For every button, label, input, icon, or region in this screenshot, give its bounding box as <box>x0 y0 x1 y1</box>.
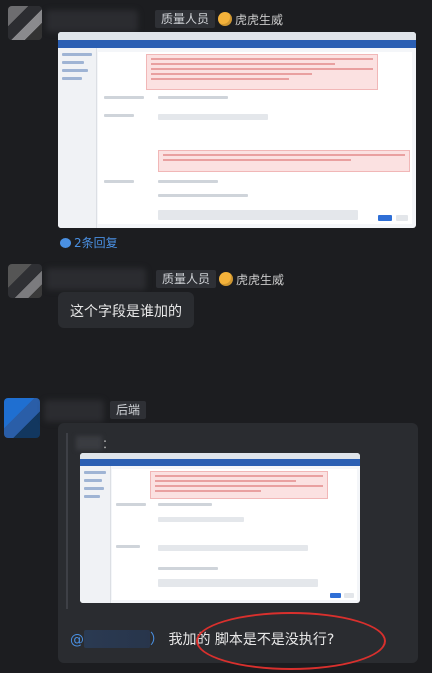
browser-tabbar <box>58 32 416 40</box>
app-navbar <box>58 40 416 48</box>
role-tag: 质量人员 <box>156 270 217 288</box>
reply-count-label: 2条回复 <box>74 236 118 250</box>
blurred-name <box>46 10 138 32</box>
app-navbar <box>80 459 360 466</box>
mention-suffix: ） <box>150 632 164 648</box>
blurred-name <box>46 268 146 290</box>
quoted-author: ： <box>76 435 114 452</box>
redacted-mention <box>84 630 150 648</box>
quote-bar <box>66 433 68 609</box>
message-screenshot[interactable] <box>58 32 416 228</box>
face-emoji-icon <box>218 12 232 26</box>
role-tag: 质量人员 <box>155 10 216 28</box>
app-main <box>112 469 357 600</box>
avatar[interactable] <box>8 264 42 298</box>
quoted-prefix: ： <box>102 437 115 451</box>
face-emoji-icon <box>219 272 233 286</box>
reply-bubble-icon <box>60 238 71 248</box>
blurred-name <box>44 400 104 422</box>
message-bubble[interactable]: 这个字段是谁加的 <box>58 292 194 328</box>
sender-name[interactable]: 虎虎生威 <box>219 271 284 288</box>
mention-link[interactable]: @） <box>70 630 164 648</box>
error-toast <box>146 54 378 90</box>
avatar[interactable] <box>4 398 40 438</box>
app-main <box>98 52 412 224</box>
message-text: 这个字段是谁加的 <box>70 304 182 320</box>
error-toast <box>150 471 328 499</box>
app-sidebar <box>80 466 111 603</box>
red-annotation-ellipse <box>196 612 386 670</box>
reply-count-link[interactable]: 2条回复 <box>60 234 118 251</box>
quoted-screenshot[interactable] <box>80 453 360 603</box>
sender-name-text: 虎虎生威 <box>236 273 285 287</box>
sender-name-text: 虎虎生威 <box>235 13 284 27</box>
role-tag: 后端 <box>110 401 147 419</box>
sender-name[interactable]: 虎虎生威 <box>218 11 283 28</box>
avatar[interactable] <box>8 6 42 40</box>
mention-at: @ <box>70 632 84 648</box>
app-sidebar <box>58 48 97 228</box>
